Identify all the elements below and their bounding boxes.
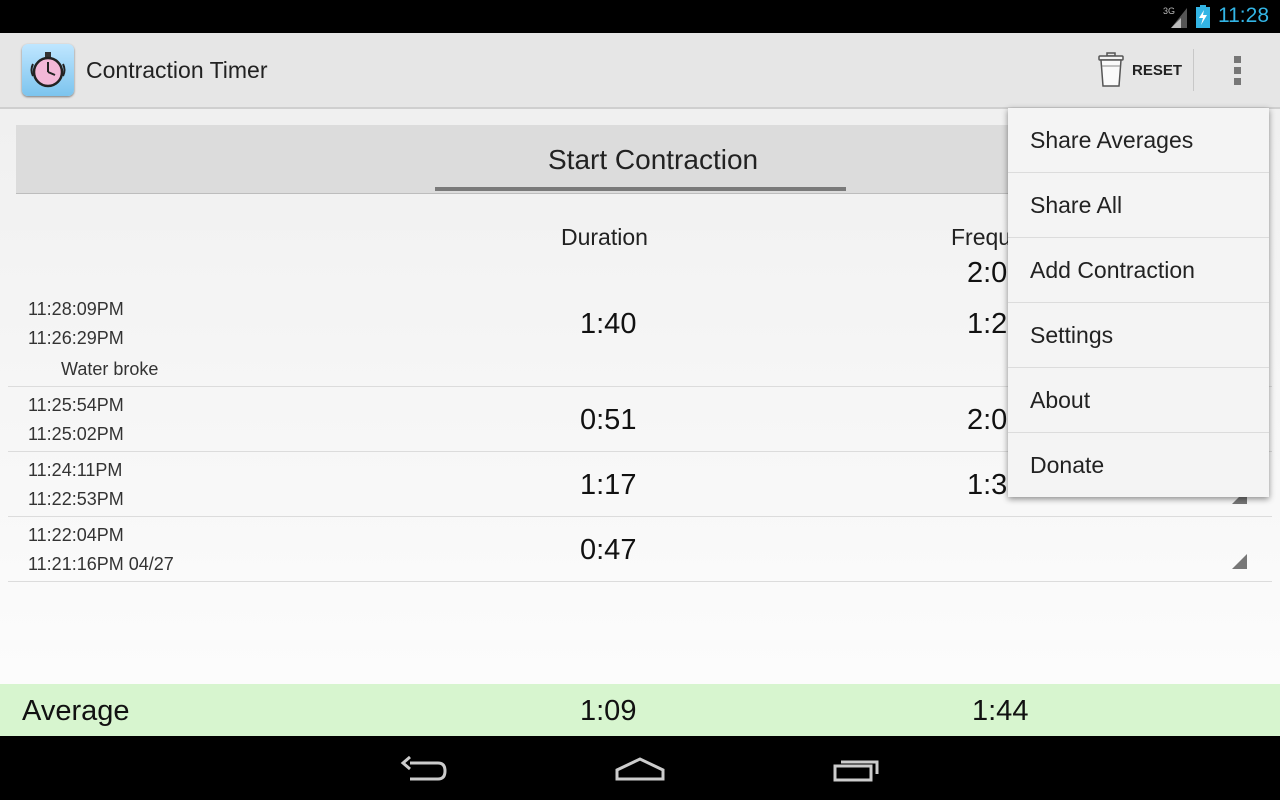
status-clock: 11:28	[1218, 4, 1269, 27]
overflow-menu-icon[interactable]	[1226, 55, 1250, 85]
row-times: 11:25:54PM 11:25:02PM	[28, 391, 124, 449]
start-time: 11:25:02PM	[28, 424, 124, 444]
end-time: 11:22:04PM	[28, 525, 124, 545]
start-contraction-button[interactable]: Start Contraction	[16, 125, 1116, 194]
action-bar-divider	[1193, 49, 1194, 91]
duration-value: 0:51	[580, 404, 637, 436]
end-time: 11:28:09PM	[28, 299, 124, 319]
row-times: 11:24:11PM 11:22:53PM	[28, 456, 124, 514]
menu-item-label: Share Averages	[1030, 127, 1194, 153]
reset-label: RESET	[1132, 61, 1183, 79]
duration-value: 1:40	[580, 308, 637, 340]
row-times: 11:28:09PM 11:26:29PM	[28, 295, 124, 353]
recents-icon[interactable]	[832, 756, 882, 782]
start-time: 11:21:16PM 04/27	[28, 554, 174, 574]
menu-item-add-contraction[interactable]: Add Contraction	[1008, 238, 1269, 303]
stopwatch-icon[interactable]	[22, 44, 74, 96]
button-underline	[435, 187, 846, 191]
frequency-header: Frequ	[951, 224, 1012, 250]
menu-item-share-averages[interactable]: Share Averages	[1008, 108, 1269, 173]
signal-icon: 3G	[1163, 6, 1187, 28]
menu-item-label: About	[1030, 387, 1091, 413]
start-contraction-label: Start Contraction	[548, 144, 759, 175]
duration-header: Duration	[561, 224, 648, 250]
menu-item-label: Share All	[1030, 192, 1123, 218]
home-icon[interactable]	[614, 756, 666, 782]
menu-item-label: Add Contraction	[1030, 257, 1195, 283]
status-bar: 3G 11:28	[0, 0, 1280, 33]
menu-item-donate[interactable]: Donate	[1008, 433, 1269, 497]
menu-item-label: Donate	[1030, 452, 1105, 478]
back-icon[interactable]	[400, 756, 448, 782]
row-note: Water broke	[61, 359, 159, 379]
menu-item-settings[interactable]: Settings	[1008, 303, 1269, 368]
reset-button[interactable]: RESET	[1098, 49, 1182, 91]
duration-value: 0:47	[580, 534, 637, 566]
navigation-bar	[0, 736, 1280, 800]
network-type-label: 3G	[1163, 6, 1175, 16]
frequency-value: 1:3	[967, 469, 1008, 501]
start-time: 11:26:29PM	[28, 328, 124, 348]
average-label: Average	[22, 695, 130, 727]
menu-item-about[interactable]: About	[1008, 368, 1269, 433]
frequency-value: 2:0	[967, 404, 1008, 436]
start-time: 11:22:53PM	[28, 489, 124, 509]
row-divider	[8, 516, 1272, 517]
menu-item-share-all[interactable]: Share All	[1008, 173, 1269, 238]
overflow-menu: Share Averages Share All Add Contraction…	[1008, 108, 1269, 497]
duration-value: 1:17	[580, 469, 637, 501]
average-duration: 1:09	[580, 695, 637, 727]
row-expand-icon[interactable]	[1232, 554, 1247, 569]
app-title: Contraction Timer	[86, 57, 268, 83]
average-bar: Average 1:09 1:44	[0, 684, 1280, 736]
average-frequency: 1:44	[972, 695, 1029, 727]
row-divider	[8, 581, 1272, 582]
row-times: 11:22:04PM 11:21:16PM 04/27	[28, 521, 174, 579]
trash-icon	[1098, 52, 1124, 87]
menu-item-label: Settings	[1030, 322, 1114, 348]
end-time: 11:24:11PM	[28, 460, 123, 480]
battery-icon	[1196, 5, 1210, 28]
action-bar: Contraction Timer RESET	[0, 33, 1280, 109]
end-time: 11:25:54PM	[28, 395, 124, 415]
